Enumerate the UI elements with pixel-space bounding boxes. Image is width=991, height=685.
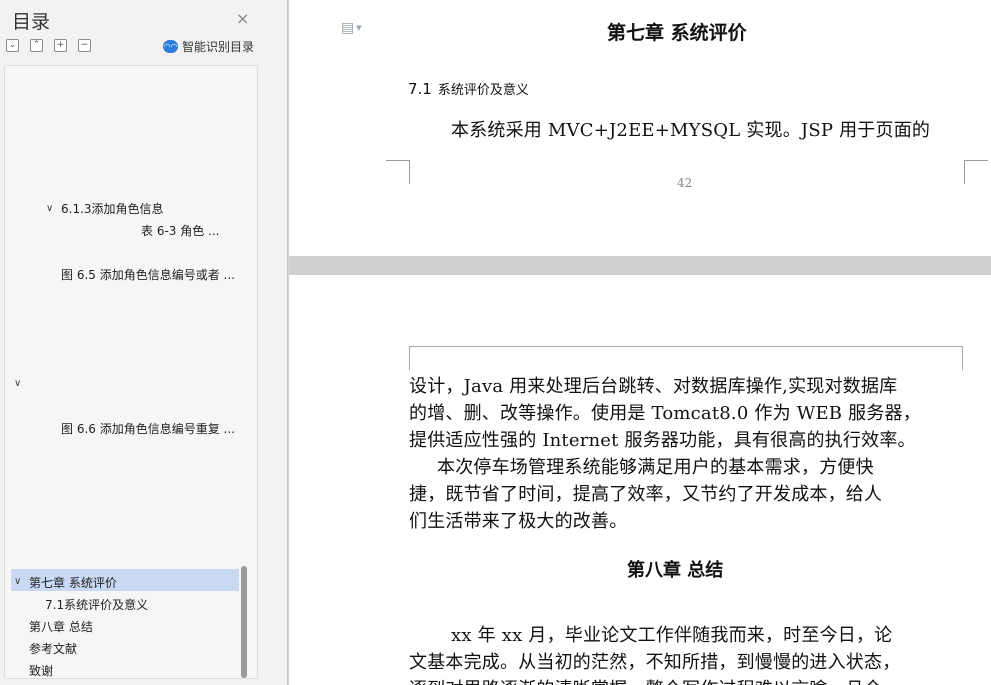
paragraph-line: xx 年 xx 月，毕业论文工作伴随我而来，时至今日，论 [451,625,893,646]
paragraph-line: 本次停车场管理系统能够满足用户的基本需求，方便快 [437,457,874,478]
toc-scrollbar[interactable] [241,566,247,678]
paragraph-line: 们生活带来了极大的改善。 [409,511,628,532]
paragraph-line: 本系统采用 MVC+J2EE+MYSQL 实现。JSP 用于页面的 [451,120,931,141]
toc-item-figure-6-6[interactable]: 图 6.6 添加角色信息编号重复 ... [61,420,235,437]
collapse-all-icon[interactable]: ⌄ [6,39,19,52]
sidebar-title: 目录 [12,11,51,33]
paragraph-line: 逐到对思路逐渐的清晰掌握，整个写作过程难以言喻。且今 [409,675,882,685]
paragraph-line: 提供适应性强的 Internet 服务器功能，具有很高的执行效率。 [409,430,916,451]
section-number: 7.1 [408,80,432,98]
toc-item-6-1-3[interactable]: 6.1.3添加角色信息 [61,200,164,217]
chevron-down-icon[interactable]: ∨ [14,576,21,587]
toc-item-references[interactable]: 参考文献 [29,640,77,657]
toc-item-table-6-3[interactable]: 表 6-3 角色 ... [141,222,220,239]
paragraph-line: 捷，既节省了时间，提高了效率，又节约了开发成本，给人 [409,484,883,505]
chevron-down-icon[interactable]: ∨ [46,203,53,214]
paragraph-line: 文基本完成。从当初的茫然，不知所措，到慢慢的进入状态， [409,652,901,673]
toc-tree: ∨ 6.1.3添加角色信息 表 6-3 角色 ... 图 6.5 添加角色信息编… [4,65,258,679]
chevron-down-icon[interactable]: ∨ [14,378,21,389]
toc-item-chapter-7[interactable]: 第七章 系统评价 [29,574,117,591]
remove-heading-icon[interactable]: − [78,39,91,52]
toc-sidebar: 目录 × ⌄ ⌃ + − ◠◠ 智能识别目录 ∨ 6.1.3添加角色信息 表 6… [0,0,288,685]
section-7-1-heading: 7.1 系统评价及意义 [408,79,529,98]
toc-item-7-1[interactable]: 7.1系统评价及意义 [45,596,148,613]
document-area: ▤ ▼ 第七章 系统评价 7.1 系统评价及意义 本系统采用 MVC+J2EE+MY… [289,0,991,685]
close-icon[interactable]: × [236,9,249,28]
page-number: 42 [677,176,693,190]
smart-toc-label: 智能识别目录 [182,40,255,54]
smart-toc-button[interactable]: ◠◠ 智能识别目录 [163,38,254,55]
document-icon[interactable]: ▤ ▼ [341,20,362,36]
toc-item-acknowledgements[interactable]: 致谢 [29,662,53,678]
toc-item-figure-6-5[interactable]: 图 6.5 添加角色信息编号或者 ... [61,266,235,283]
margin-corner-mark [386,160,410,184]
page-42: ▤ ▼ 第七章 系统评价 7.1 系统评价及意义 本系统采用 MVC+J2EE+MY… [289,0,991,256]
page-gap [289,256,991,275]
chapter-8-heading: 第八章 总结 [627,560,724,581]
header-margin-mark [409,346,963,370]
paragraph-line: 的增、删、改等操作。使用是 Tomcat8.0 作为 WEB 服务器， [409,403,921,424]
chapter-7-heading: 第七章 系统评价 [607,22,747,44]
paragraph-line: 设计，Java 用来处理后台跳转、对数据库操作,实现对数据库 [409,376,898,397]
toc-item-chapter-8[interactable]: 第八章 总结 [29,618,93,635]
expand-all-icon[interactable]: ⌃ [30,39,43,52]
section-title: 系统评价及意义 [437,83,529,98]
margin-corner-mark [964,160,988,184]
ai-cloud-icon: ◠◠ [163,40,178,53]
add-heading-icon[interactable]: + [54,39,67,52]
